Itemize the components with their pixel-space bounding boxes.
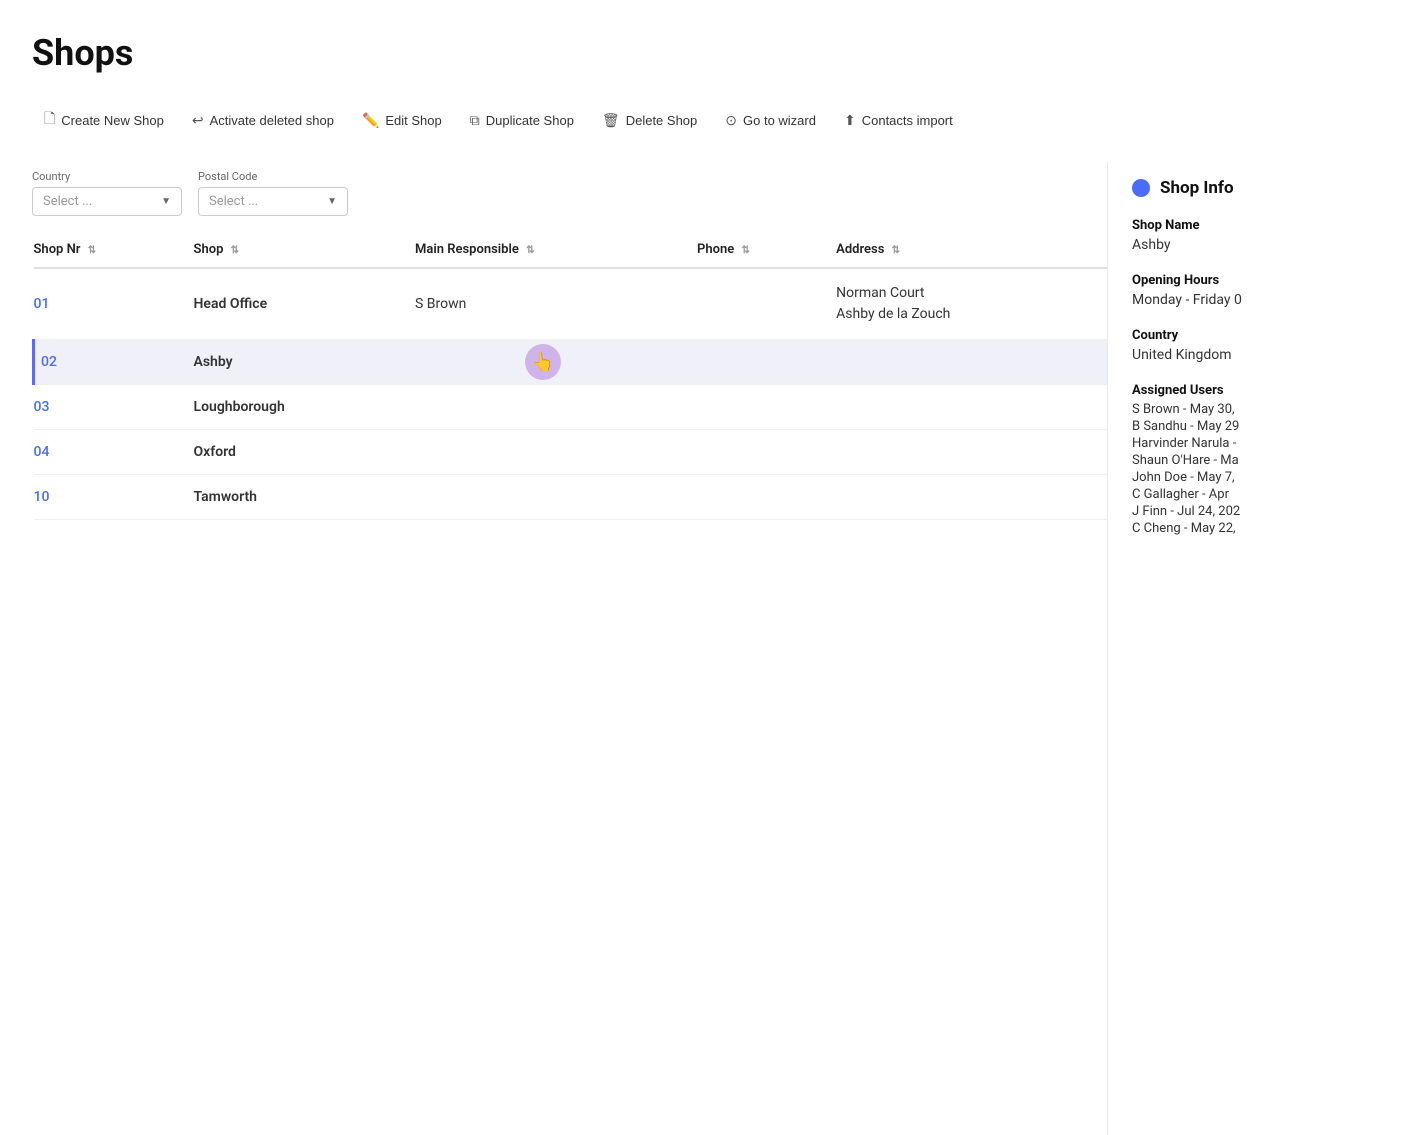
contacts-import-button[interactable]: ⬆ Contacts import [832, 106, 965, 135]
assigned-user-item: J Finn - Jul 24, 202 [1132, 504, 1404, 519]
go-to-wizard-button[interactable]: ⊙ Go to wizard [713, 106, 828, 135]
assigned-user-item: John Doe - May 7, [1132, 470, 1404, 485]
sort-responsible-icon: ⇅ [526, 245, 534, 256]
edit-shop-button[interactable]: ✏️ Edit Shop [350, 106, 454, 135]
shop-name-cell: Ashby [194, 340, 416, 385]
postal-code-filter-group: Postal Code Select ... ▼ [198, 170, 348, 216]
country-filter-select[interactable]: Select ... ▼ [32, 187, 182, 216]
shop-name-cell: Loughborough [194, 385, 416, 430]
activate-shop-icon: ↩ [192, 112, 204, 129]
shop-name-cell: Tamworth [194, 475, 416, 520]
phone-cell [697, 475, 836, 520]
main-responsible-cell: 👆 [415, 340, 697, 385]
sort-address-icon: ⇅ [892, 245, 900, 256]
shop-info-header: Shop Info [1132, 162, 1404, 218]
shop-nr-cell: 02 [34, 340, 194, 385]
shops-table-wrapper: Shop Nr ⇅ Shop ⇅ Main Responsible ⇅ [32, 232, 1107, 520]
col-address: Address ⇅ [836, 232, 1107, 268]
shop-name-cell: Oxford [194, 430, 416, 475]
table-row[interactable]: 03 Loughborough [34, 385, 1108, 430]
table-row[interactable]: 10 Tamworth [34, 475, 1108, 520]
address-cell [836, 340, 1107, 385]
address-cell [836, 430, 1107, 475]
main-responsible-cell [415, 385, 697, 430]
country-filter-group: Country Select ... ▼ [32, 170, 182, 216]
activate-deleted-shop-button[interactable]: ↩ Activate deleted shop [180, 106, 346, 135]
col-main-responsible: Main Responsible ⇅ [415, 232, 697, 268]
sort-shop-nr-icon: ⇅ [88, 245, 96, 256]
country-chevron-icon: ▼ [161, 196, 171, 207]
main-responsible-cell [415, 475, 697, 520]
table-row[interactable]: 01 Head Office S Brown Norman Court Ashb… [34, 268, 1108, 340]
opening-hours-value: Monday - Friday 0 [1132, 292, 1404, 308]
phone-cell [697, 340, 836, 385]
country-filter-value: Select ... [43, 194, 92, 209]
phone-cell [697, 268, 836, 340]
wizard-icon: ⊙ [725, 112, 737, 129]
country-filter-label: Country [32, 170, 182, 183]
assigned-user-item: Shaun O'Hare - Ma [1132, 453, 1404, 468]
shop-name-label: Shop Name [1132, 218, 1404, 233]
sort-phone-icon: ⇅ [742, 245, 750, 256]
postal-code-filter-label: Postal Code [198, 170, 348, 183]
shops-table: Shop Nr ⇅ Shop ⇅ Main Responsible ⇅ [32, 232, 1107, 520]
phone-cell [697, 430, 836, 475]
edit-shop-icon: ✏️ [362, 112, 379, 129]
assigned-user-item: Harvinder Narula - [1132, 436, 1404, 451]
shop-nr-cell: 03 [34, 385, 194, 430]
country-value: United Kingdom [1132, 347, 1404, 363]
shop-name-section: Shop Name Ashby [1132, 218, 1404, 253]
page-title: Shops [32, 32, 1396, 74]
shop-info-dot [1132, 179, 1150, 197]
create-new-shop-button[interactable]: 🗋 Create New Shop [32, 102, 176, 138]
country-section: Country United Kingdom [1132, 328, 1404, 363]
assigned-users-section: Assigned Users S Brown - May 30, B Sandhu… [1132, 383, 1404, 536]
shop-info-label: Shop Info [1160, 178, 1234, 198]
shop-nr-cell: 10 [34, 475, 194, 520]
opening-hours-section: Opening Hours Monday - Friday 0 [1132, 273, 1404, 308]
toolbar: 🗋 Create New Shop ↩ Activate deleted sho… [32, 102, 1396, 138]
assigned-users-list: S Brown - May 30, B Sandhu - May 29 Harvin… [1132, 402, 1404, 536]
table-header-row: Shop Nr ⇅ Shop ⇅ Main Responsible ⇅ [34, 232, 1108, 268]
contacts-import-icon: ⬆ [844, 112, 856, 129]
address-cell [836, 385, 1107, 430]
phone-cell [697, 385, 836, 430]
shop-nr-cell: 04 [34, 430, 194, 475]
country-label: Country [1132, 328, 1404, 343]
address-cell: Norman Court Ashby de la Zouch [836, 268, 1107, 340]
assigned-user-item: B Sandhu - May 29 [1132, 419, 1404, 434]
table-row[interactable]: 02 Ashby 👆 [34, 340, 1108, 385]
sort-shop-icon: ⇅ [231, 245, 239, 256]
cursor-hand-icon: 👆 [532, 352, 554, 373]
postal-code-chevron-icon: ▼ [327, 196, 337, 207]
delete-shop-icon: 🗑 [602, 112, 620, 129]
cursor-overlay: 👆 [525, 344, 561, 380]
col-shop: Shop ⇅ [194, 232, 416, 268]
postal-code-filter-value: Select ... [209, 194, 258, 209]
col-phone: Phone ⇅ [697, 232, 836, 268]
assigned-user-item: S Brown - May 30, [1132, 402, 1404, 417]
side-panel: Shop Info Shop Name Ashby Opening Hours … [1108, 162, 1428, 1135]
assigned-user-item: C Cheng - May 22, [1132, 521, 1404, 536]
col-shop-nr: Shop Nr ⇅ [34, 232, 194, 268]
address-cell [836, 475, 1107, 520]
duplicate-shop-icon: ⧉ [470, 112, 480, 129]
delete-shop-button[interactable]: 🗑 Delete Shop [590, 106, 709, 135]
assigned-user-item: C Gallagher - Apr [1132, 487, 1404, 502]
shop-nr-cell: 01 [34, 268, 194, 340]
duplicate-shop-button[interactable]: ⧉ Duplicate Shop [458, 106, 586, 135]
shop-name-value: Ashby [1132, 237, 1404, 253]
create-shop-icon: 🗋 [44, 108, 55, 132]
main-responsible-cell [415, 430, 697, 475]
postal-code-filter-select[interactable]: Select ... ▼ [198, 187, 348, 216]
assigned-users-label: Assigned Users [1132, 383, 1404, 398]
opening-hours-label: Opening Hours [1132, 273, 1404, 288]
table-row[interactable]: 04 Oxford [34, 430, 1108, 475]
main-responsible-cell: S Brown [415, 268, 697, 340]
shop-name-cell: Head Office [194, 268, 416, 340]
filters-row: Country Select ... ▼ Postal Code Select … [32, 162, 1107, 216]
